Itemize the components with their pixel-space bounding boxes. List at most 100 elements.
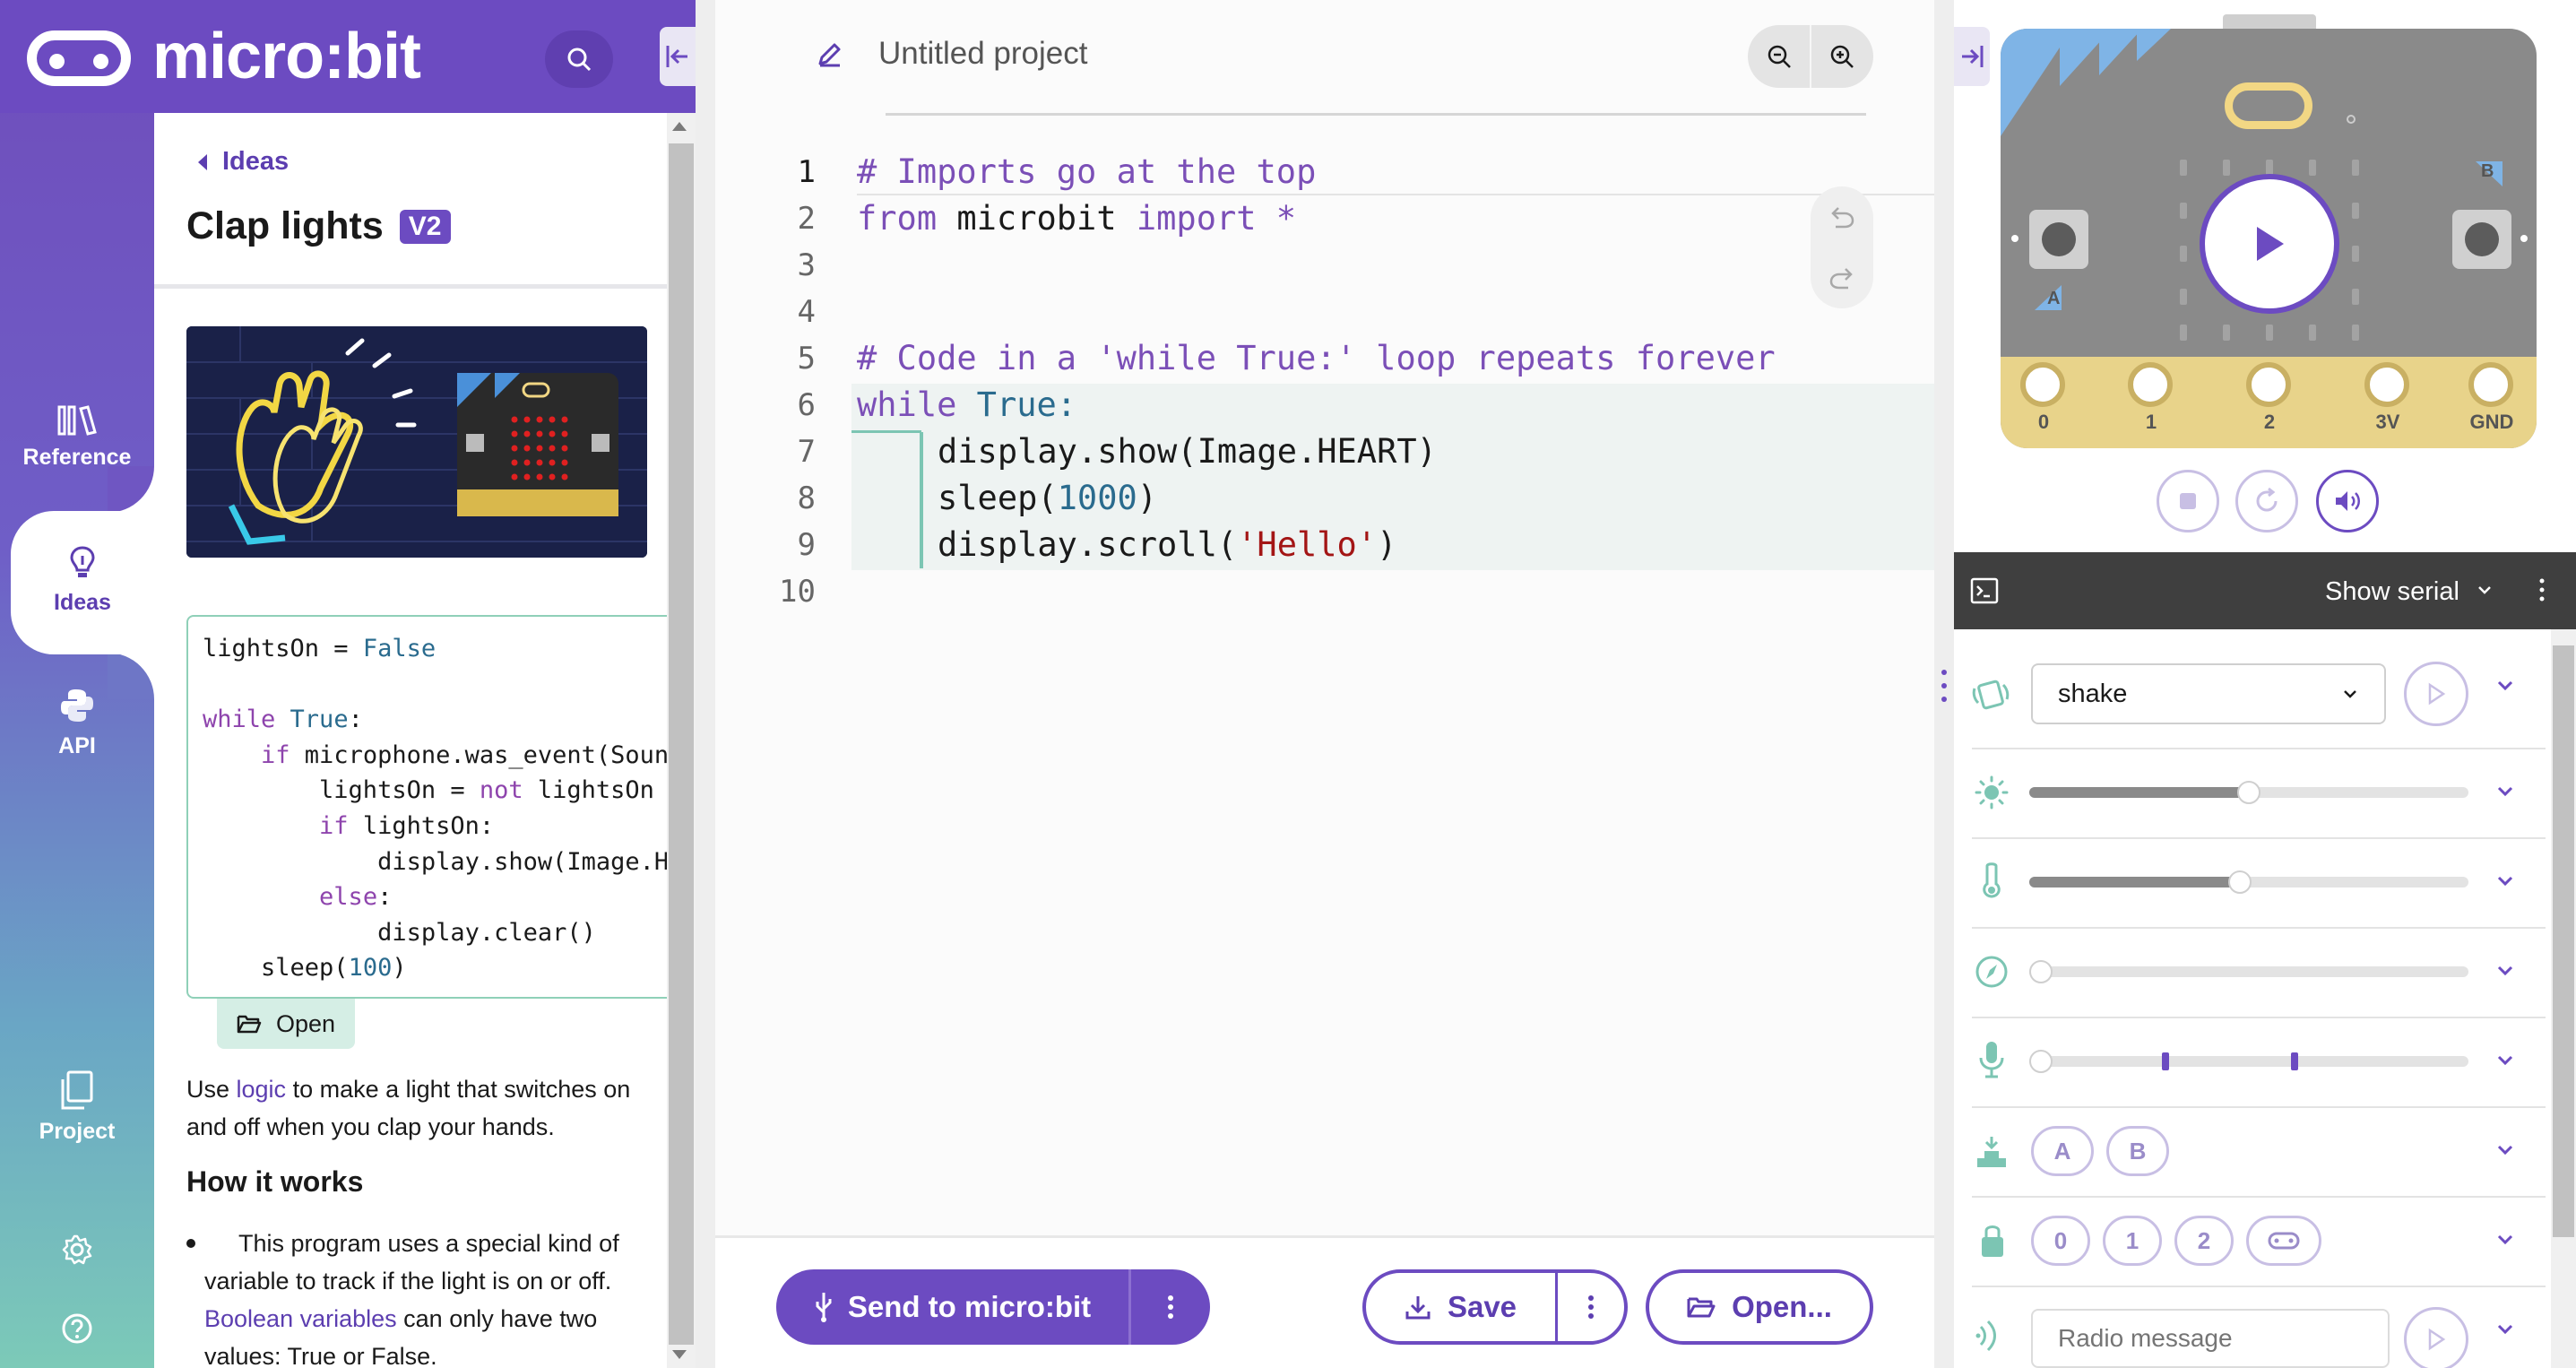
pin-gnd [2468, 362, 2513, 407]
bullet-dot [186, 1239, 195, 1248]
undo-button[interactable] [1827, 203, 1857, 238]
touch-logo-button[interactable] [2246, 1216, 2321, 1266]
sound-level-slider[interactable] [2029, 1050, 2468, 1073]
send-to-microbit-button[interactable]: Send to micro:bit [776, 1269, 1131, 1345]
stop-simulator-button[interactable] [2157, 470, 2219, 532]
send-to-microbit-group: Send to micro:bit [776, 1269, 1210, 1345]
slider-knob[interactable] [2237, 781, 2260, 804]
sound-threshold-low-marker[interactable] [2162, 1052, 2169, 1070]
pin-label: 2 [2263, 411, 2276, 433]
slider-knob[interactable] [2029, 1050, 2053, 1073]
search-button[interactable] [545, 30, 613, 88]
open-idea-button[interactable]: Open [217, 999, 355, 1049]
mute-simulator-button[interactable] [2316, 470, 2379, 532]
files-icon [61, 1070, 93, 1110]
scroll-down-arrow-icon[interactable] [672, 1350, 687, 1359]
pin-1[interactable] [2128, 362, 2173, 407]
microbit-button-a[interactable] [2029, 210, 2088, 269]
nav-item-label: Ideas [54, 590, 111, 615]
reset-simulator-button[interactable] [2235, 470, 2298, 532]
expand-gesture-button[interactable] [2490, 671, 2520, 701]
collapse-sidebar-button[interactable] [660, 27, 696, 86]
idea-title-text: Clap lights [186, 204, 384, 247]
send-more-options-button[interactable] [1131, 1269, 1210, 1345]
nav-item-ideas[interactable]: Ideas [11, 545, 154, 616]
gesture-select[interactable]: shake [2031, 663, 2386, 724]
nav-item-project[interactable]: Project [0, 1070, 154, 1145]
microbit-button-b[interactable] [2452, 210, 2511, 269]
compass-slider[interactable] [2029, 960, 2468, 983]
touch-pin-1[interactable]: 1 [2103, 1216, 2162, 1266]
help-button[interactable] [61, 1312, 93, 1349]
slider-knob[interactable] [2029, 960, 2053, 983]
line-number: 2 [797, 201, 816, 237]
radio-message-input[interactable] [2031, 1309, 2390, 1368]
redo-button[interactable] [1827, 264, 1857, 299]
expand-sound-button[interactable] [2490, 1045, 2520, 1076]
chevron-down-icon [2497, 1145, 2513, 1156]
current-line-highlight [857, 194, 1934, 195]
open-project-button[interactable]: Open... [1646, 1269, 1873, 1345]
line-number: 4 [797, 294, 816, 330]
speaker-icon [2336, 491, 2360, 511]
back-to-ideas-link[interactable]: Ideas [197, 147, 289, 177]
zoom-in-button[interactable] [1811, 25, 1873, 88]
button-a-label: A [2047, 289, 2061, 308]
start-simulator-button[interactable] [2200, 174, 2339, 314]
send-radio-button[interactable] [2404, 1307, 2468, 1368]
slider-fill [2029, 877, 2241, 887]
project-name[interactable]: Untitled project [878, 36, 1087, 72]
send-gesture-button[interactable] [2404, 662, 2468, 726]
touch-pin-2[interactable]: 2 [2174, 1216, 2234, 1266]
edit-project-name-button[interactable] [816, 39, 844, 73]
code-line-2: from microbit import * [857, 199, 1297, 238]
show-serial-button[interactable]: Show serial [2325, 577, 2459, 607]
drag-handle-icon[interactable] [1941, 669, 1947, 703]
light-level-slider[interactable] [2029, 781, 2468, 804]
boolean-variables-link[interactable]: Boolean variables [204, 1305, 397, 1332]
save-button[interactable]: Save [1366, 1273, 1558, 1341]
expand-radio-button[interactable] [2490, 1314, 2520, 1345]
send-label: Send to micro:bit [847, 1290, 1092, 1323]
press-button-b[interactable]: B [2106, 1126, 2169, 1176]
save-label: Save [1447, 1290, 1517, 1323]
zoom-out-button[interactable] [1748, 25, 1810, 88]
title-underline [886, 113, 1866, 116]
how-it-works-heading: How it works [186, 1165, 364, 1198]
ideas-scrollbar-thumb[interactable] [669, 143, 694, 1345]
clap-illustration-icon [186, 326, 647, 558]
pin-0[interactable] [2020, 362, 2065, 407]
expand-compass-button[interactable] [2490, 956, 2520, 986]
slider-knob[interactable] [2228, 870, 2252, 894]
sound-threshold-high-marker[interactable] [2291, 1052, 2298, 1070]
expand-touch-button[interactable] [2490, 1225, 2520, 1255]
usb-icon [816, 1293, 832, 1322]
nav-item-api[interactable]: API [0, 687, 154, 759]
nav-item-reference[interactable]: Reference [0, 405, 154, 471]
expand-light-button[interactable] [2490, 776, 2520, 807]
idea-description: Use logic to make a light that switches … [186, 1076, 631, 1140]
thermometer-icon [1979, 861, 2004, 905]
settings-button[interactable] [61, 1234, 93, 1270]
nav-item-label: Reference [22, 445, 132, 470]
sensor-scrollbar-thumb[interactable] [2553, 645, 2574, 1237]
expand-temperature-button[interactable] [2490, 866, 2520, 896]
save-more-options-button[interactable] [1558, 1273, 1624, 1341]
microbit-logo-icon [2268, 1232, 2300, 1250]
nav-item-label: Project [39, 1119, 116, 1144]
collapse-simulator-button[interactable] [1954, 27, 1990, 86]
pin-2[interactable] [2246, 362, 2291, 407]
serial-more-options-button[interactable] [2538, 577, 2546, 607]
how-it-works-bullet: This program uses a special kind of vari… [204, 1230, 619, 1368]
scroll-up-arrow-icon[interactable] [672, 122, 687, 131]
expand-buttons-button[interactable] [2490, 1135, 2520, 1165]
touch-pin-0[interactable]: 0 [2031, 1216, 2090, 1266]
chevron-down-icon[interactable] [2476, 581, 2494, 603]
logic-link[interactable]: logic [237, 1076, 287, 1103]
press-button-a[interactable]: A [2031, 1126, 2094, 1176]
more-vertical-icon [2539, 578, 2545, 602]
panel-divider[interactable] [696, 0, 715, 1368]
nav-item-label: API [58, 733, 96, 758]
temperature-slider[interactable] [2029, 870, 2468, 894]
collapse-left-icon [666, 46, 687, 67]
